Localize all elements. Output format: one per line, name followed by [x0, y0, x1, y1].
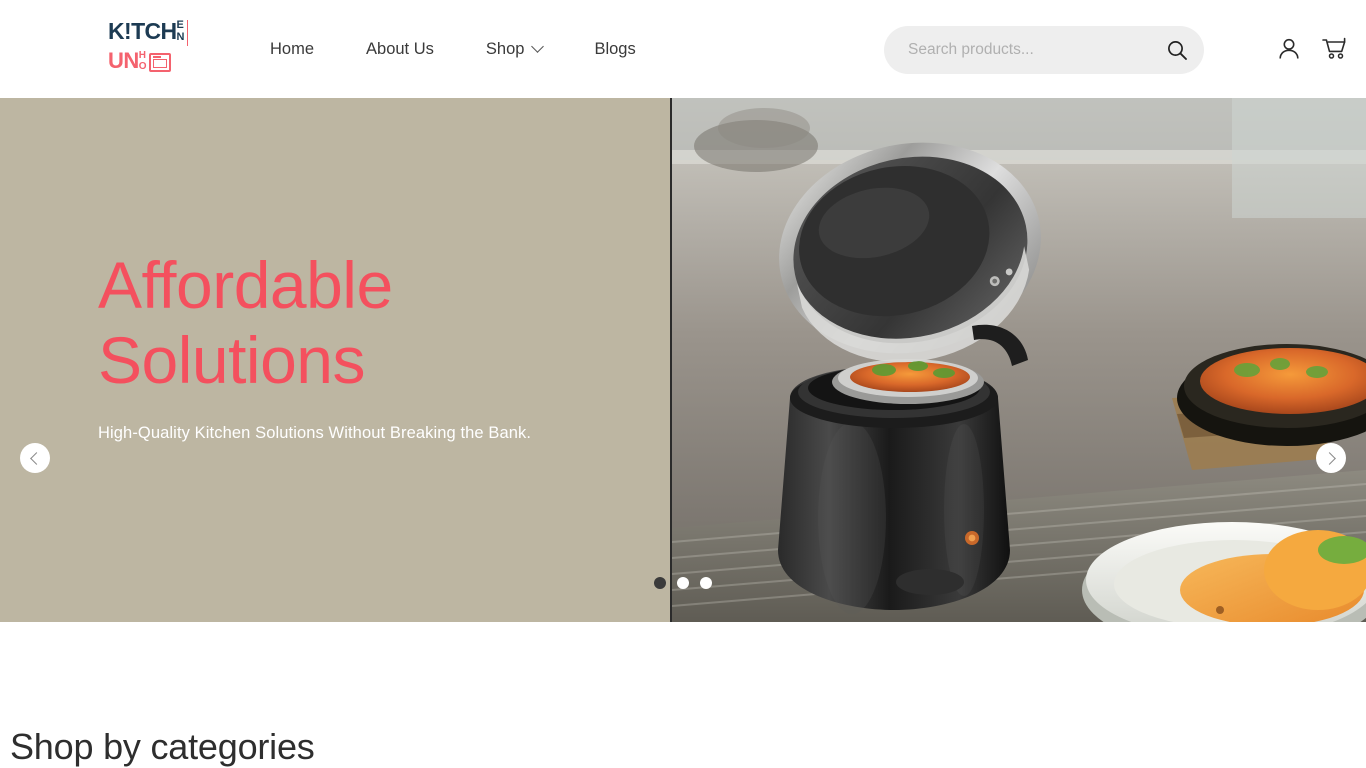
hero-subtitle: High-Quality Kitchen Solutions Without B…	[98, 424, 532, 442]
site-header: K!TCH E N UN H O Home About Us Shop Blog…	[0, 0, 1366, 98]
hero-carousel: Affordable Solutions High-Quality Kitche…	[0, 98, 1366, 622]
logo-stack-en: E N	[176, 19, 185, 43]
logo-red-bar	[186, 20, 188, 46]
nav-item-about-us[interactable]: About Us	[366, 34, 434, 65]
nav-label-shop: Shop	[485, 39, 525, 58]
logo-top-row: K!TCH E N	[108, 18, 188, 46]
search-bar	[884, 26, 1204, 74]
carousel-dot-2[interactable]	[677, 577, 689, 589]
cart-button[interactable]	[1318, 32, 1352, 66]
nav-item-blogs[interactable]: Blogs	[594, 34, 635, 65]
header-icon-group	[1272, 0, 1352, 98]
hero-title: Affordable Solutions	[98, 248, 393, 397]
account-icon	[1279, 38, 1299, 59]
hero-photo-illustration	[672, 98, 1366, 622]
chevron-down-icon	[531, 40, 545, 53]
main-navigation: Home About Us Shop Blogs	[270, 0, 636, 98]
carousel-prev-button[interactable]	[20, 443, 50, 473]
logo-letter-e: E	[176, 19, 184, 31]
logo-bottom-row: UN H O	[108, 50, 188, 72]
microwave-oven-icon	[148, 53, 171, 72]
account-button[interactable]	[1272, 32, 1306, 66]
hero-text-block: Affordable Solutions High-Quality Kitche…	[98, 248, 618, 443]
logo-text-un: UN	[108, 48, 139, 73]
logo-letter-n: N	[176, 30, 185, 43]
search-icon	[1168, 41, 1187, 60]
carousel-dot-3[interactable]	[700, 577, 712, 589]
nav-label-about-us: About Us	[366, 39, 434, 58]
carousel-dot-1[interactable]	[654, 577, 666, 589]
chevron-left-icon	[30, 451, 43, 465]
logo-letter-o: O	[138, 60, 147, 72]
carousel-next-button[interactable]	[1316, 443, 1346, 473]
logo-letter-h: H	[138, 50, 147, 61]
shop-by-categories-section: Shop by categories	[0, 622, 1366, 768]
chevron-right-icon	[1323, 451, 1336, 465]
nav-label-blogs: Blogs	[594, 39, 636, 58]
search-input[interactable]	[884, 26, 1150, 74]
nav-label-home: Home	[270, 39, 315, 58]
nav-item-shop[interactable]: Shop	[485, 34, 545, 65]
logo-stack-ho: H O	[138, 50, 147, 72]
nav-item-home[interactable]: Home	[270, 34, 314, 65]
cart-icon	[1322, 37, 1346, 59]
hero-image	[670, 98, 1366, 622]
logo-text-kitch: K!TCH	[108, 18, 177, 44]
carousel-pagination	[0, 577, 1366, 589]
site-logo[interactable]: K!TCH E N UN H O	[108, 18, 188, 78]
section-title-categories: Shop by categories	[10, 726, 315, 767]
search-button[interactable]	[1150, 26, 1204, 74]
